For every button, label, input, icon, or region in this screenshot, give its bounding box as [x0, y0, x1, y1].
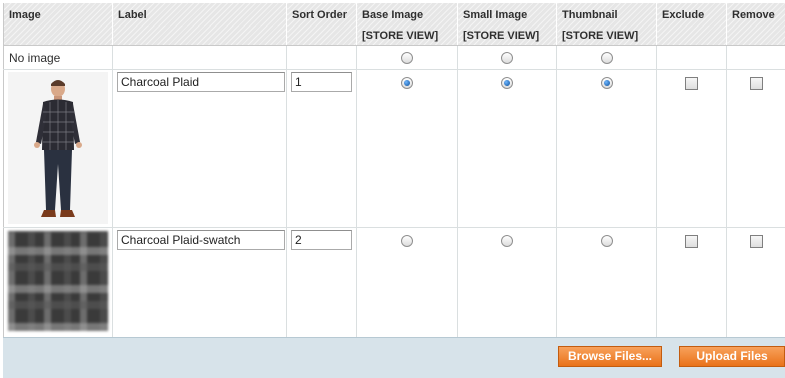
base-image-radio[interactable] — [401, 77, 413, 89]
model-wearing-plaid-shirt-image — [8, 72, 108, 224]
column-header-label: Label — [113, 3, 287, 26]
plaid-swatch-thumbnail[interactable] — [8, 231, 108, 331]
column-header-base-image: Base Image — [357, 3, 458, 26]
column-header-remove: Remove — [727, 3, 785, 26]
no-image-small-radio[interactable] — [501, 52, 513, 64]
header-spacer — [287, 26, 357, 46]
sort-order-input[interactable] — [291, 72, 352, 92]
image-label-input[interactable] — [117, 72, 285, 92]
table-row — [4, 228, 785, 338]
product-photo-thumbnail[interactable] — [8, 72, 108, 224]
image-label-input[interactable] — [117, 230, 285, 250]
table-row — [4, 70, 785, 228]
thumbnail-radio[interactable] — [601, 235, 613, 247]
upload-files-button[interactable]: Upload Files — [679, 346, 785, 367]
exclude-checkbox[interactable] — [685, 77, 698, 90]
remove-checkbox[interactable] — [750, 77, 763, 90]
small-image-radio[interactable] — [501, 235, 513, 247]
no-image-row: No image — [4, 46, 785, 70]
sort-order-input[interactable] — [291, 230, 352, 250]
remove-checkbox[interactable] — [750, 235, 763, 248]
upload-toolbar: Browse Files... Upload Files — [3, 337, 785, 378]
base-image-radio[interactable] — [401, 235, 413, 247]
small-image-radio[interactable] — [501, 77, 513, 89]
header-spacer — [4, 26, 113, 46]
media-gallery-table: Image Label Sort Order Base Image Small … — [3, 3, 785, 338]
no-image-base-radio[interactable] — [401, 52, 413, 64]
column-header-sort-order: Sort Order — [287, 3, 357, 26]
browse-files-button[interactable]: Browse Files... — [558, 346, 662, 367]
column-header-image: Image — [4, 3, 113, 26]
header-spacer — [727, 26, 785, 46]
header-spacer — [657, 26, 727, 46]
scope-label-small-image: [STORE VIEW] — [458, 26, 557, 46]
column-header-small-image: Small Image — [458, 3, 557, 26]
scope-label-base-image: [STORE VIEW] — [357, 26, 458, 46]
column-header-exclude: Exclude — [657, 3, 727, 26]
scope-label-thumbnail: [STORE VIEW] — [557, 26, 657, 46]
thumbnail-radio[interactable] — [601, 77, 613, 89]
no-image-thumbnail-radio[interactable] — [601, 52, 613, 64]
exclude-checkbox[interactable] — [685, 235, 698, 248]
no-image-label: No image — [4, 46, 113, 70]
column-header-thumbnail: Thumbnail — [557, 3, 657, 26]
header-spacer — [113, 26, 287, 46]
